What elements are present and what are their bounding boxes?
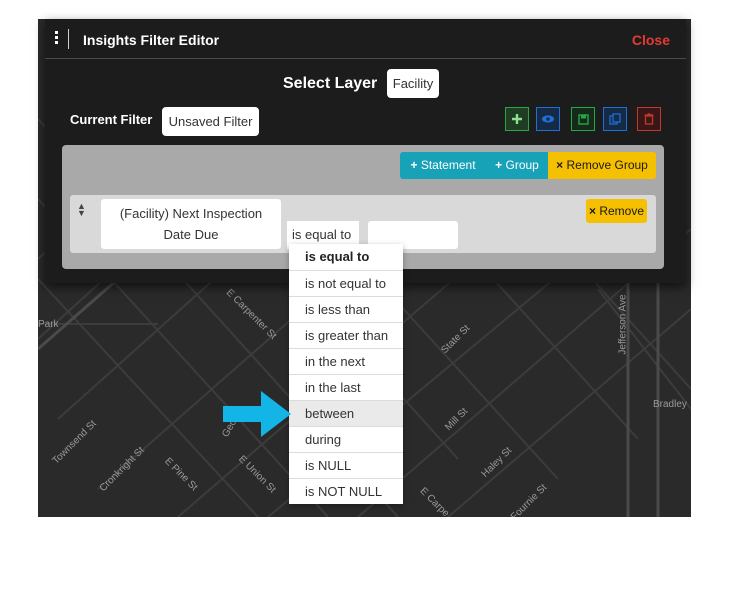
filter-name-field[interactable]: Unsaved Filter — [162, 107, 259, 136]
remove-rule-label: Remove — [599, 204, 645, 218]
field-label-line1: (Facility) Next Inspection — [119, 206, 263, 221]
add-group-label: Group — [505, 158, 539, 172]
pointer-arrow-icon — [223, 391, 291, 437]
add-statement-label: Statement — [420, 158, 476, 172]
select-layer-label: Select Layer — [283, 75, 378, 92]
operator-option[interactable]: is not equal to — [289, 270, 403, 296]
save-icon — [577, 113, 589, 125]
map-label-jefferson: Jefferson Ave — [617, 294, 629, 355]
operator-dropdown: is equal to is not equal to is less than is… — [289, 244, 403, 504]
operator-option[interactable]: during — [289, 426, 403, 452]
operator-option[interactable]: is NOT NULL — [289, 478, 403, 504]
eye-icon — [542, 115, 554, 123]
add-statement-button[interactable]: + Statement — [400, 152, 486, 179]
operator-option[interactable]: between — [289, 400, 403, 426]
plus-icon: + — [410, 158, 418, 172]
operator-option[interactable]: in the last — [289, 374, 403, 400]
add-group-button[interactable]: + Group — [486, 152, 548, 179]
operator-option[interactable]: is less than — [289, 296, 403, 322]
drag-handle-icon[interactable]: ▲ ▼ — [77, 202, 86, 218]
operator-option[interactable]: in the next — [289, 348, 403, 374]
copy-button[interactable] — [603, 107, 627, 131]
trash-icon — [644, 113, 654, 125]
operator-option[interactable]: is equal to — [289, 244, 403, 270]
header-divider — [68, 29, 69, 49]
save-button[interactable] — [571, 107, 595, 131]
close-button[interactable]: Close — [632, 32, 670, 48]
remove-group-button[interactable]: × Remove Group — [548, 152, 656, 179]
map-label-bradley: Bradley — [653, 399, 687, 410]
remove-rule-button[interactable]: × Remove — [586, 199, 647, 223]
operator-option[interactable]: is greater than — [289, 322, 403, 348]
sort-down-icon: ▼ — [77, 208, 86, 218]
layer-select[interactable]: Facility — [387, 69, 439, 98]
times-icon: × — [556, 158, 564, 172]
delete-button[interactable] — [637, 107, 661, 131]
copy-icon — [609, 113, 621, 125]
panel-title: Insights Filter Editor — [83, 32, 220, 48]
current-filter-label: Current Filter — [70, 112, 153, 127]
plus-icon — [512, 114, 522, 124]
plus-icon: + — [495, 158, 503, 172]
times-icon: × — [588, 204, 596, 218]
map-label-park: Park — [38, 319, 59, 330]
panel-header: Insights Filter Editor Close — [45, 19, 686, 59]
field-select[interactable]: (Facility) Next Inspection Date Due — [101, 199, 281, 249]
add-filter-button[interactable] — [505, 107, 529, 131]
preview-button[interactable] — [536, 107, 560, 131]
operator-option[interactable]: is NULL — [289, 452, 403, 478]
remove-group-label: Remove Group — [566, 158, 648, 172]
kebab-menu-icon[interactable] — [54, 31, 60, 47]
field-label-line2: Date Due — [163, 227, 219, 242]
